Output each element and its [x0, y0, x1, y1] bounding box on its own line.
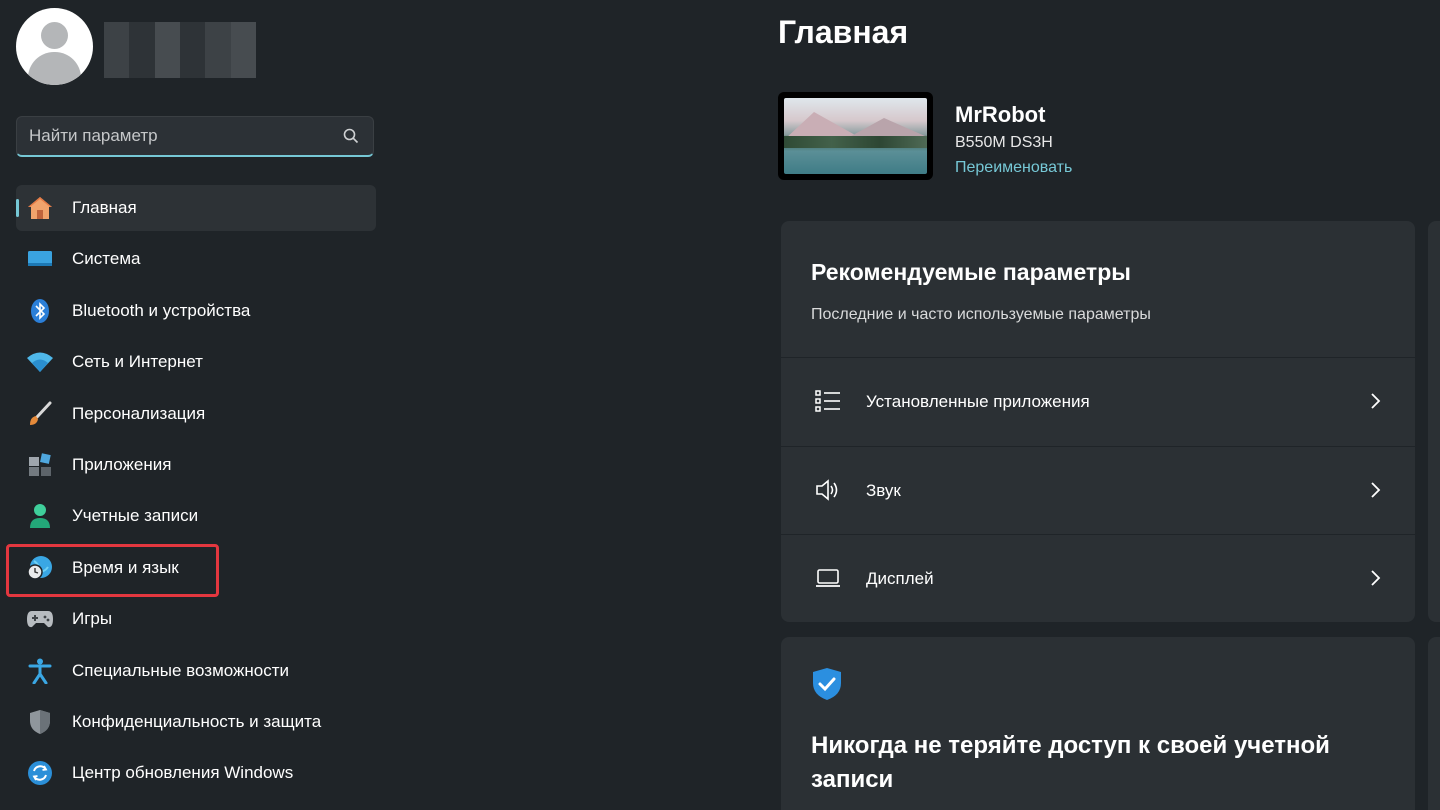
sidebar-item-label: Игры [72, 609, 113, 629]
recommended-settings-card: Рекомендуемые параметры Последние и част… [781, 221, 1415, 622]
card-title: Рекомендуемые параметры [811, 259, 1131, 285]
device-info: MrRobot B550M DS3H Переименовать [778, 92, 1378, 182]
user-icon [26, 503, 54, 529]
list-icon [815, 390, 840, 412]
sidebar-item-time-language[interactable]: Время и язык [16, 545, 376, 591]
user-profile[interactable] [16, 8, 376, 86]
accessibility-icon [26, 658, 54, 684]
home-icon [26, 195, 54, 221]
sidebar-item-apps[interactable]: Приложения [16, 442, 376, 488]
speaker-icon [816, 479, 838, 501]
monitor-icon [26, 246, 54, 272]
account-protection-card[interactable]: Никогда не теряйте доступ к своей учетно… [781, 637, 1415, 810]
sidebar-item-personalization[interactable]: Персонализация [16, 391, 376, 437]
sidebar-item-accounts[interactable]: Учетные записи [16, 493, 376, 539]
bluetooth-icon [26, 298, 54, 324]
sidebar-item-label: Специальные возможности [72, 660, 290, 680]
chevron-right-icon [1371, 482, 1381, 498]
sidebar-item-system[interactable]: Система [16, 236, 376, 282]
sidebar-item-label: Главная [72, 198, 137, 217]
search-box[interactable] [16, 116, 374, 157]
sidebar-item-home[interactable]: Главная [16, 185, 376, 231]
sidebar-item-label: Учетные записи [72, 506, 199, 526]
card-subtitle: Последние и часто используемые параметры [811, 306, 1151, 323]
sidebar-item-label: Время и язык [72, 557, 179, 577]
sidebar-item-label: Bluetooth и устройства [72, 300, 251, 320]
sidebar-item-bluetooth[interactable]: Bluetooth и устройства [16, 288, 376, 334]
sidebar-item-gaming[interactable]: Игры [16, 596, 376, 642]
laptop-icon [816, 569, 840, 587]
device-name: MrRobot [955, 102, 1046, 127]
device-wallpaper-thumbnail [778, 92, 933, 180]
sidebar-item-privacy[interactable]: Конфиденциальность и защита [16, 699, 376, 745]
device-model: B550M DS3H [955, 134, 1053, 151]
adjacent-card-edge [1428, 221, 1440, 622]
nav-list: Главная Система Bluetooth и устройства С… [16, 185, 376, 802]
sidebar-item-accessibility[interactable]: Специальные возможности [16, 648, 376, 694]
sidebar-item-windows-update[interactable]: Центр обновления Windows [16, 750, 376, 796]
recommended-item-sound[interactable]: Звук [781, 446, 1415, 533]
recommended-item-installed-apps[interactable]: Установленные приложения [781, 357, 1415, 444]
wifi-icon [26, 349, 54, 375]
blurred-user-name [104, 22, 256, 78]
shield-check-icon [813, 668, 841, 700]
chevron-right-icon [1371, 570, 1381, 586]
sidebar-item-label: Приложения [72, 454, 172, 474]
globe-clock-icon [26, 555, 54, 581]
shield-icon [26, 709, 54, 735]
avatar[interactable] [16, 8, 93, 85]
recommended-item-label: Звук [866, 481, 901, 500]
sidebar-item-label: Персонализация [72, 403, 206, 423]
sidebar-item-label: Конфиденциальность и защита [72, 711, 322, 731]
adjacent-card-edge [1428, 637, 1440, 810]
apps-icon [26, 452, 54, 478]
search-icon[interactable] [343, 128, 359, 144]
chevron-right-icon [1371, 393, 1381, 409]
update-icon [26, 760, 54, 786]
gamepad-icon [26, 606, 54, 632]
sidebar-item-label: Центр обновления Windows [72, 763, 294, 783]
recommended-item-label: Дисплей [866, 569, 934, 588]
brush-icon [26, 401, 54, 427]
sidebar: Главная Система Bluetooth и устройства [0, 0, 392, 810]
recommended-item-label: Установленные приложения [866, 392, 1090, 411]
sidebar-item-label: Сеть и Интернет [72, 352, 203, 372]
recommended-item-display[interactable]: Дисплей [781, 534, 1415, 621]
rename-link[interactable]: Переименовать [955, 159, 1072, 177]
sidebar-item-network[interactable]: Сеть и Интернет [16, 339, 376, 385]
card-title: Никогда не теряйте доступ к своей учетно… [811, 732, 1330, 793]
sidebar-item-label: Система [72, 249, 141, 269]
search-input[interactable] [29, 117, 329, 155]
page-title: Главная [778, 14, 909, 50]
